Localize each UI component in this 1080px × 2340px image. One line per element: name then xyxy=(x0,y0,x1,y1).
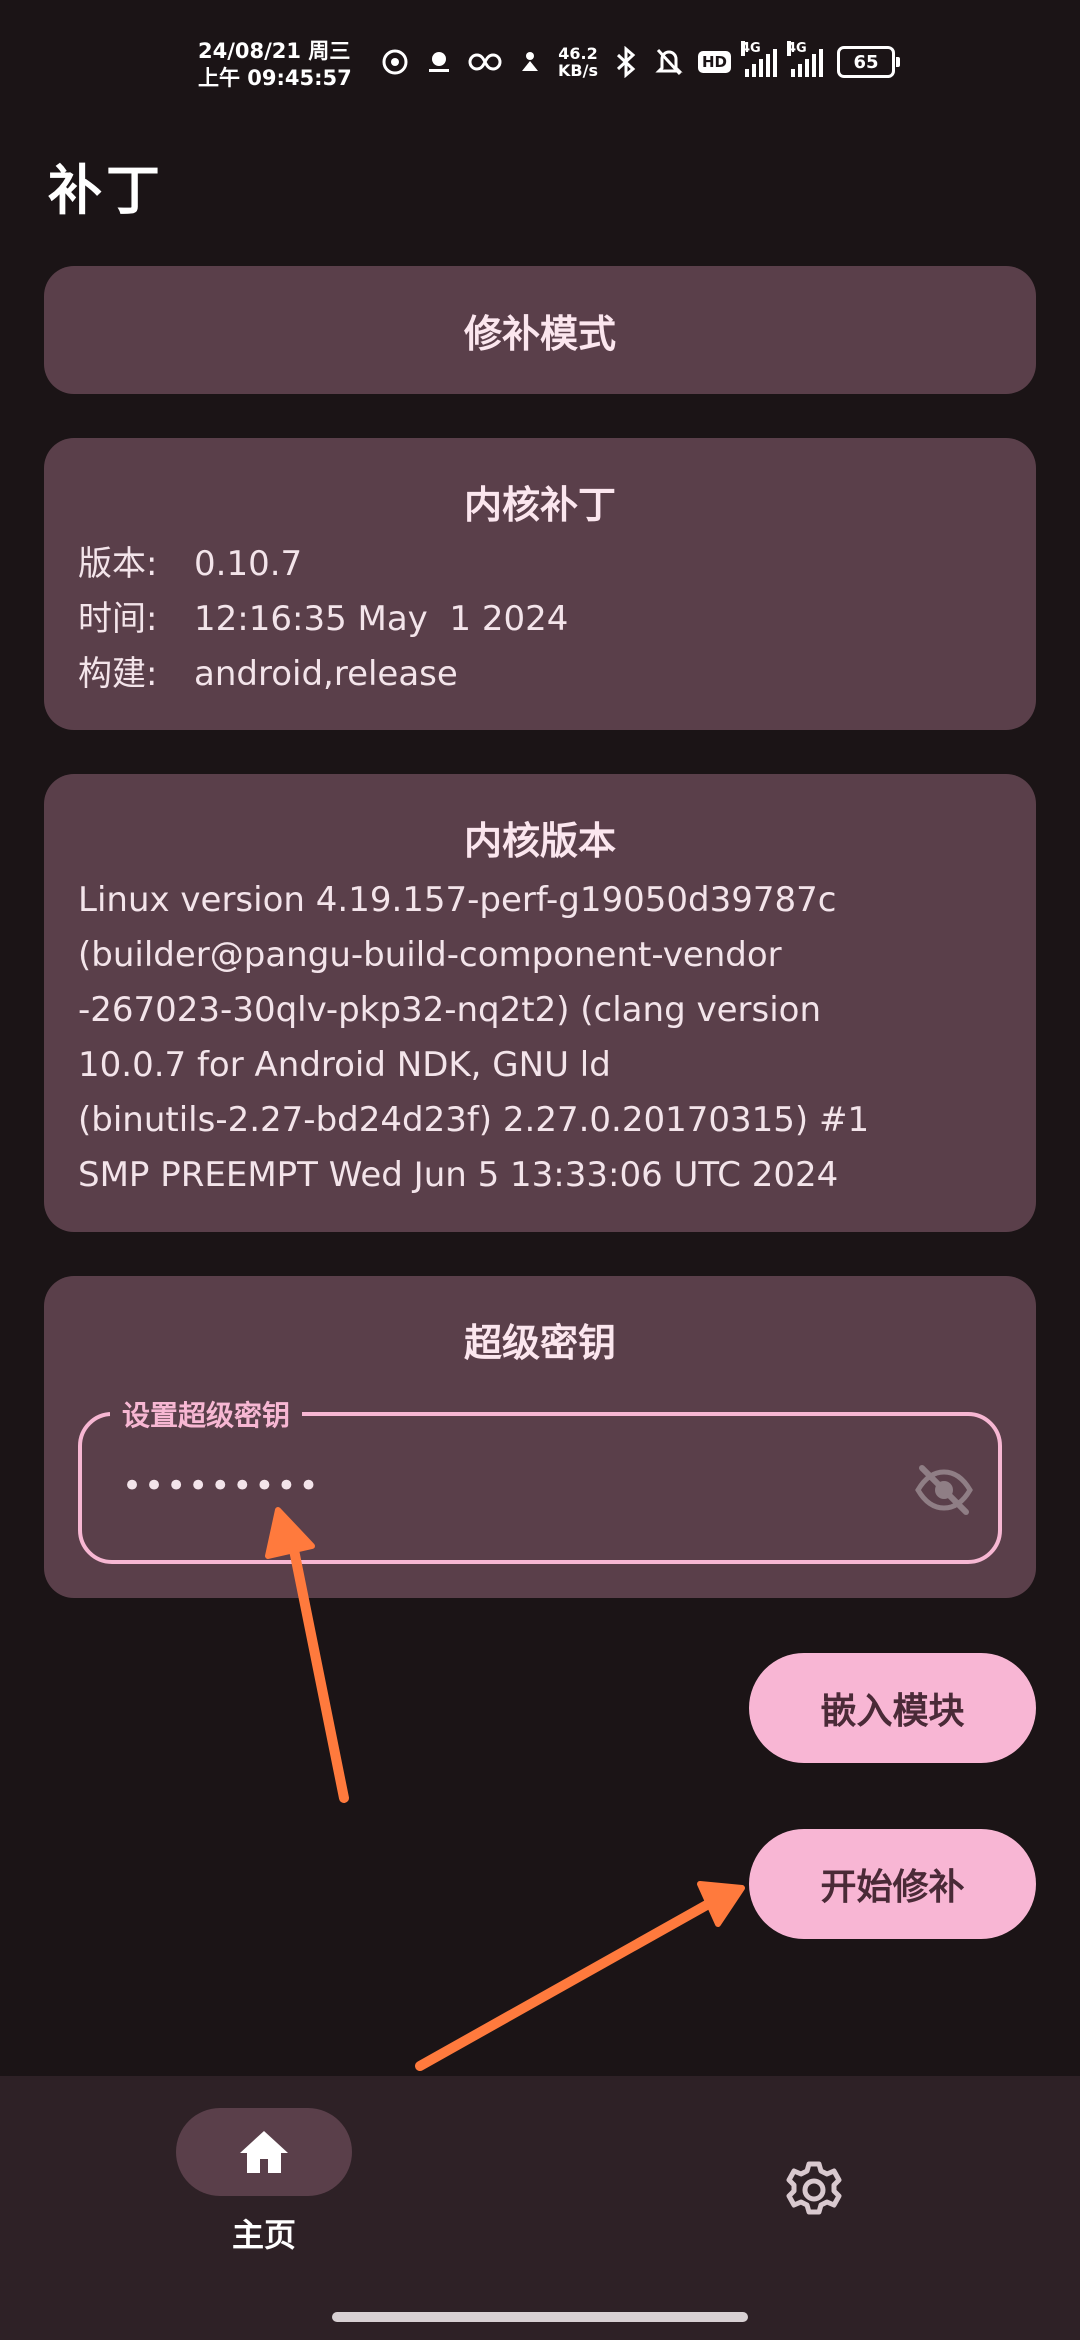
kernel-version-card: 内核版本 Linux version 4.19.157-perf-g19050d… xyxy=(44,774,1036,1232)
kernel-version-line: (builder@pangu-build-component-vendor xyxy=(78,935,782,975)
home-indicator xyxy=(332,2312,748,2322)
kernel-patch-card: 内核补丁 版本: 0.10.7 时间: 12:16:35 May 1 2024 构建… xyxy=(44,438,1036,730)
annotation-arrow-to-start xyxy=(415,1881,745,2071)
patch-build-key: 构建: xyxy=(78,654,158,694)
kernel-patch-title: 内核补丁 xyxy=(463,483,616,527)
notification-app-icon xyxy=(424,45,454,79)
kernel-version-line: Linux version 4.19.157-perf-g19050d39787… xyxy=(78,880,837,920)
gear-icon[interactable] xyxy=(782,2158,846,2222)
embed-module-button[interactable]: 嵌入模块 xyxy=(749,1653,1036,1763)
signal-sim1-icon: 4G xyxy=(740,41,777,77)
data-saver-icon xyxy=(380,45,410,79)
patch-time-key: 时间: xyxy=(78,599,158,639)
kernel-version-line: SMP PREEMPT Wed Jun 5 13:33:06 UTC 2024 xyxy=(78,1155,839,1195)
bottom-navigation: 主页 xyxy=(0,2076,1080,2340)
status-date: 24/08/21 周三 xyxy=(198,39,351,63)
patch-build-value: android,release xyxy=(194,654,458,694)
status-icons: 46.2 KB/s HD 4G 4G 65 xyxy=(380,41,900,82)
page-title: 补丁 xyxy=(48,159,164,222)
patch-version-value: 0.10.7 xyxy=(194,544,303,584)
battery-icon: 65 xyxy=(836,45,900,79)
hd-badge: HD xyxy=(697,51,731,73)
bell-off-icon xyxy=(654,45,684,79)
start-patch-button[interactable]: 开始修补 xyxy=(749,1829,1036,1939)
patch-time-row: 时间: 12:16:35 May 1 2024 xyxy=(78,592,1002,647)
infinity-icon xyxy=(468,45,502,79)
superkey-card: 超级密钥 设置超级密钥 ••••••••• xyxy=(44,1276,1036,1598)
signal-sim1-label: 4G xyxy=(740,41,761,56)
patch-mode-label: 修补模式 xyxy=(463,311,616,356)
kernel-version-line: (binutils-2.27-bd24d23f) 2.27.0.20170315… xyxy=(78,1100,870,1140)
bluetooth-icon xyxy=(612,45,640,79)
kernel-version-text: Linux version 4.19.157-perf-g19050d39787… xyxy=(78,873,1002,1203)
kernel-version-title: 内核版本 xyxy=(463,819,616,863)
nav-home-tab[interactable] xyxy=(176,2108,352,2196)
superkey-input[interactable]: ••••••••• xyxy=(122,1466,822,1506)
patch-version-row: 版本: 0.10.7 xyxy=(78,537,1002,592)
patch-mode-card[interactable]: 修补模式 xyxy=(44,266,1036,394)
patch-version-key: 版本: xyxy=(78,544,158,584)
nav-home-label: 主页 xyxy=(231,2216,296,2254)
kernel-version-line: 10.0.7 for Android NDK, GNU ld xyxy=(78,1045,611,1085)
status-datetime: 24/08/21 周三 上午 09:45:57 xyxy=(198,38,352,92)
status-bar: 24/08/21 周三 上午 09:45:57 46.2 KB/s HD 4G … xyxy=(0,0,1080,120)
signal-sim2-label: 4G xyxy=(786,41,807,56)
superkey-title: 超级密钥 xyxy=(463,1321,616,1365)
patch-time-value: 12:16:35 May 1 2024 xyxy=(194,599,569,639)
superkey-field-label: 设置超级密钥 xyxy=(110,1394,303,1434)
network-speed-value: 46.2 xyxy=(558,44,598,63)
kernel-version-line: -267023-30qlv-pkp32-nq2t2) (clang versio… xyxy=(78,990,821,1030)
network-speed-unit: KB/s xyxy=(558,61,598,80)
status-clock: 上午 09:45:57 xyxy=(198,66,352,90)
visibility-off-icon[interactable] xyxy=(914,1462,974,1518)
battery-level: 65 xyxy=(836,46,900,78)
home-icon xyxy=(240,2131,288,2173)
hd-voice-icon: HD xyxy=(697,45,731,79)
location-person-icon xyxy=(516,45,544,79)
patch-build-row: 构建: android,release xyxy=(78,647,1002,702)
superkey-field[interactable]: 设置超级密钥 ••••••••• xyxy=(78,1394,1002,1564)
network-speed: 46.2 KB/s xyxy=(558,45,598,79)
signal-sim2-icon: 4G xyxy=(786,41,823,77)
